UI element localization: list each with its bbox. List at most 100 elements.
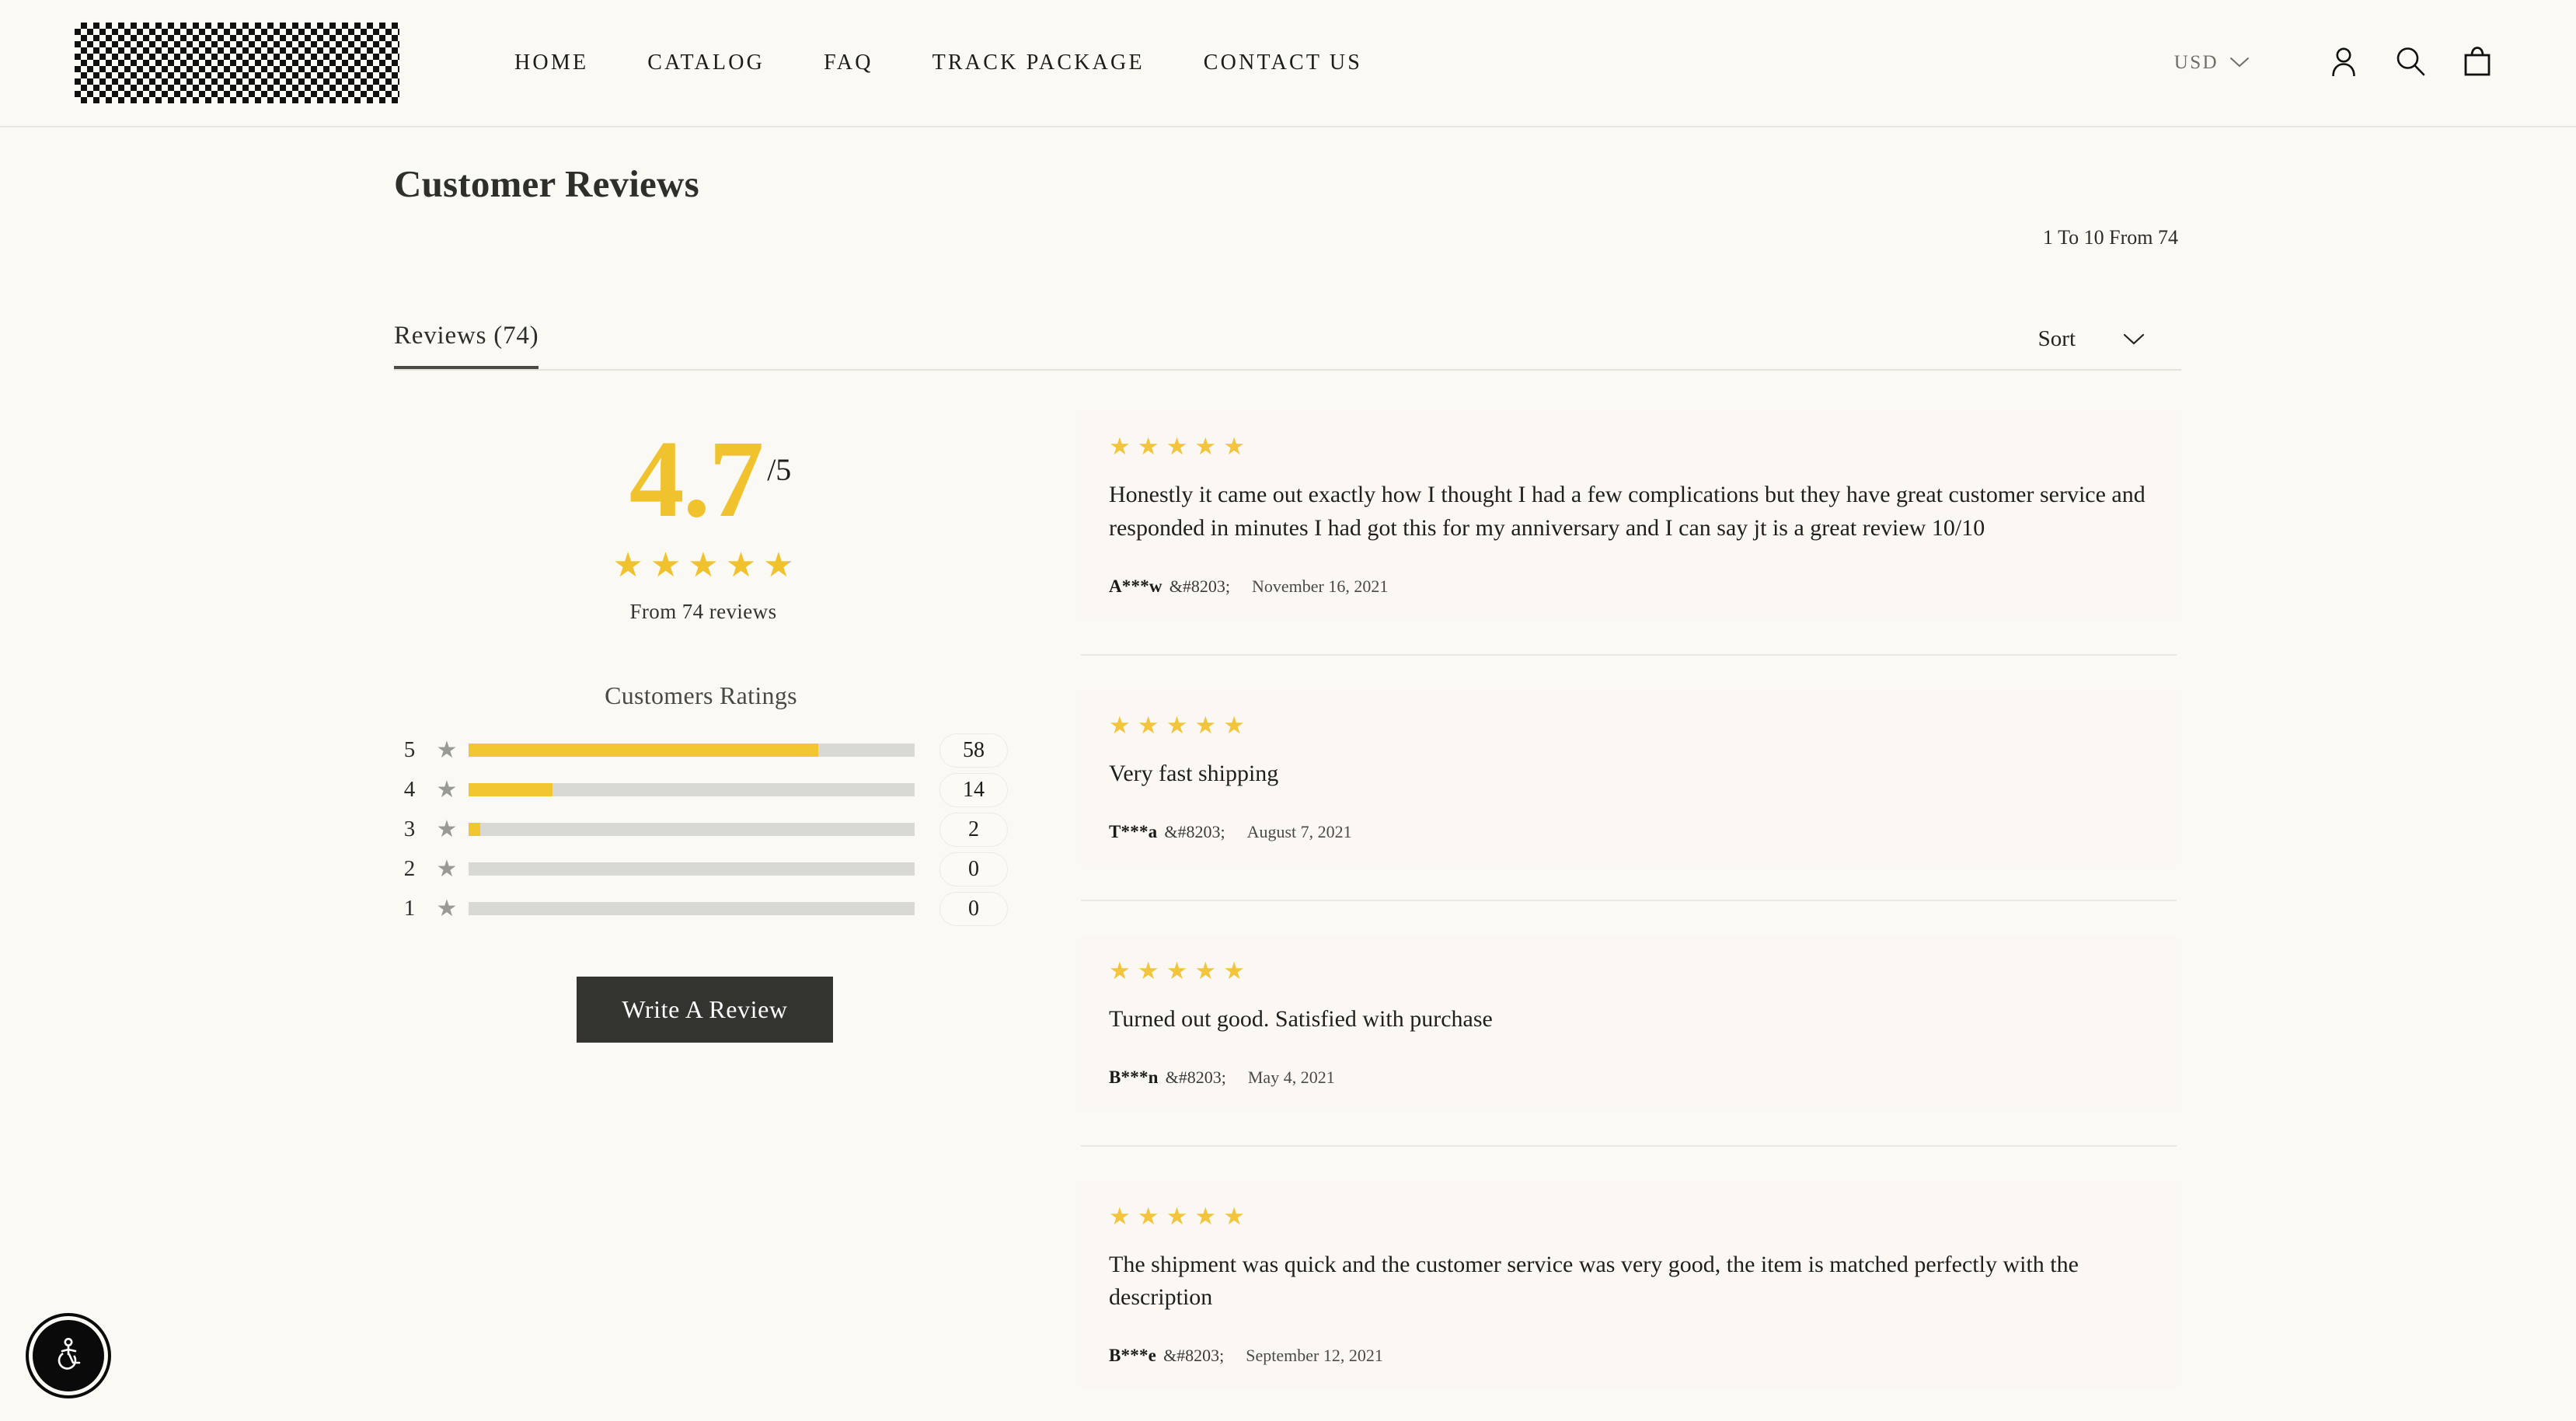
rating-bar-track[interactable]	[469, 823, 915, 837]
rating-row-4[interactable]: 4 ★ 14	[394, 770, 1008, 810]
review-author-suffix: &#8203;	[1163, 1346, 1225, 1366]
star-icon: ★	[1109, 433, 1131, 460]
page-title: Customer Reviews	[394, 162, 699, 205]
rating-count-badge: 0	[939, 852, 1008, 886]
review-rating-stars: ★ ★ ★ ★ ★	[1109, 713, 2149, 737]
review-meta: T***a &#8203; August 7, 2021	[1109, 822, 2149, 842]
star-icon: ★	[1194, 1202, 1217, 1230]
nav-item-track-package[interactable]: TRACK PACKAGE	[903, 51, 1174, 75]
star-icon: ★	[1109, 1202, 1131, 1230]
currency-selector[interactable]: USD	[2174, 52, 2250, 74]
review-author-suffix: &#8203;	[1164, 821, 1225, 841]
rating-row-stars-number: 1	[403, 896, 416, 921]
review-card: ★ ★ ★ ★ ★ The shipment was quick and the…	[1081, 1180, 2177, 1390]
rating-bar-track[interactable]	[469, 783, 915, 797]
star-icon: ★	[1109, 956, 1131, 984]
review-item: ★ ★ ★ ★ ★ Turned out good. Satisfied wit…	[1081, 935, 2177, 1147]
star-icon: ★	[1166, 1202, 1188, 1230]
star-icon: ★	[1137, 1202, 1159, 1230]
header-actions: USD	[2174, 40, 2511, 86]
rating-row-stars-number: 5	[403, 737, 416, 763]
account-icon	[2326, 44, 2362, 83]
review-author: B***n	[1109, 1067, 1159, 1087]
rating-bar-track[interactable]	[469, 902, 915, 916]
star-icon: ★	[612, 546, 643, 585]
nav-item-home[interactable]: HOME	[485, 51, 618, 75]
star-icon: ★	[1194, 956, 1217, 984]
star-icon: ★	[436, 816, 458, 842]
rating-bar-track[interactable]	[469, 862, 915, 876]
reviews-page: Customer Reviews 1 To 10 From 74 Reviews…	[0, 127, 2576, 1390]
nav-item-faq[interactable]: FAQ	[794, 51, 903, 75]
nav-item-contact-us[interactable]: CONTACT US	[1174, 51, 1392, 75]
review-divider	[1081, 1144, 2177, 1147]
star-icon: ★	[1137, 433, 1159, 460]
tab-reviews[interactable]: Reviews (74)	[394, 322, 539, 369]
score-denominator: /5	[767, 452, 792, 487]
accessibility-widget-button[interactable]	[33, 1320, 104, 1391]
account-button[interactable]	[2310, 40, 2377, 86]
review-author: B***e	[1109, 1346, 1157, 1366]
review-meta: B***n &#8203; May 4, 2021	[1109, 1067, 2149, 1088]
reviews-list: ★ ★ ★ ★ ★ Honestly it came out exactly h…	[1081, 411, 2181, 1390]
rating-bar-track[interactable]	[469, 744, 915, 758]
star-icon: ★	[1223, 1202, 1245, 1230]
star-icon: ★	[1194, 433, 1217, 460]
site-header: HOME CATALOG FAQ TRACK PACKAGE CONTACT U…	[0, 0, 2576, 127]
average-score-row: 4.7 /5	[394, 423, 1008, 534]
star-icon: ★	[436, 737, 458, 763]
search-icon	[2393, 44, 2428, 83]
rating-count-badge: 2	[939, 812, 1008, 847]
review-meta: B***e &#8203; September 12, 2021	[1109, 1346, 2149, 1366]
reviews-tabs-bar: Reviews (74) Sort	[394, 291, 2181, 371]
rating-bar-fill	[469, 783, 553, 797]
review-divider	[1081, 899, 2177, 901]
review-text: Very fast shipping	[1109, 760, 1279, 786]
write-a-review-button[interactable]: Write A Review	[577, 977, 833, 1043]
average-stars: ★ ★ ★ ★ ★	[394, 549, 1008, 583]
review-author-suffix: &#8203;	[1169, 576, 1230, 596]
main-navigation: HOME CATALOG FAQ TRACK PACKAGE CONTACT U…	[485, 51, 1392, 75]
rating-row-5[interactable]: 5 ★ 58	[394, 730, 1008, 770]
review-date: September 12, 2021	[1246, 1346, 1383, 1366]
rating-row-2[interactable]: 2 ★ 0	[394, 849, 1008, 889]
write-review-wrap: Write A Review	[394, 977, 1008, 1043]
review-item: ★ ★ ★ ★ ★ Very fast shipping T***a &#820…	[1081, 689, 2177, 901]
star-icon: ★	[1137, 711, 1159, 739]
rating-row-1[interactable]: 1 ★ 0	[394, 889, 1008, 928]
review-rating-stars: ★ ★ ★ ★ ★	[1109, 434, 2149, 458]
rating-count-badge: 58	[939, 733, 1008, 768]
chevron-down-icon	[2229, 52, 2250, 74]
rating-count-badge: 0	[939, 891, 1008, 926]
nav-item-catalog[interactable]: CATALOG	[618, 51, 794, 75]
rating-row-3[interactable]: 3 ★ 2	[394, 810, 1008, 849]
star-icon: ★	[436, 895, 458, 921]
review-text: Honestly it came out exactly how I thoug…	[1109, 482, 2146, 541]
store-logo[interactable]	[75, 23, 399, 103]
cart-button[interactable]	[2444, 40, 2511, 86]
review-text: The shipment was quick and the customer …	[1109, 1251, 2079, 1311]
sort-dropdown[interactable]: Sort	[2038, 326, 2181, 369]
review-text: Turned out good. Satisfied with purchase	[1109, 1005, 1493, 1032]
rating-row-stars-number: 4	[403, 777, 416, 803]
rating-row-stars-number: 2	[403, 856, 416, 882]
review-meta: A***w &#8203; November 16, 2021	[1109, 576, 2149, 597]
star-icon: ★	[1137, 956, 1159, 984]
star-icon: ★	[436, 776, 458, 803]
search-button[interactable]	[2377, 40, 2444, 86]
star-icon: ★	[1223, 433, 1245, 460]
review-card: ★ ★ ★ ★ ★ Turned out good. Satisfied wit…	[1081, 935, 2177, 1111]
star-icon: ★	[1109, 711, 1131, 739]
review-author-suffix: &#8203;	[1165, 1067, 1226, 1087]
currency-label: USD	[2173, 52, 2219, 73]
star-icon: ★	[1166, 433, 1188, 460]
chevron-down-icon	[2122, 326, 2146, 352]
rating-bar-fill	[469, 823, 481, 837]
rating-summary-panel: 4.7 /5 ★ ★ ★ ★ ★ From 74 reviews Custome…	[394, 411, 1008, 1389]
accessibility-icon	[49, 1335, 88, 1377]
review-date: November 16, 2021	[1251, 576, 1389, 596]
review-card: ★ ★ ★ ★ ★ Honestly it came out exactly h…	[1081, 411, 2177, 620]
reviews-layout: 4.7 /5 ★ ★ ★ ★ ★ From 74 reviews Custome…	[394, 411, 2181, 1390]
pagination-count: 1 To 10 From 74	[2043, 226, 2178, 249]
sort-label: Sort	[2037, 326, 2076, 351]
